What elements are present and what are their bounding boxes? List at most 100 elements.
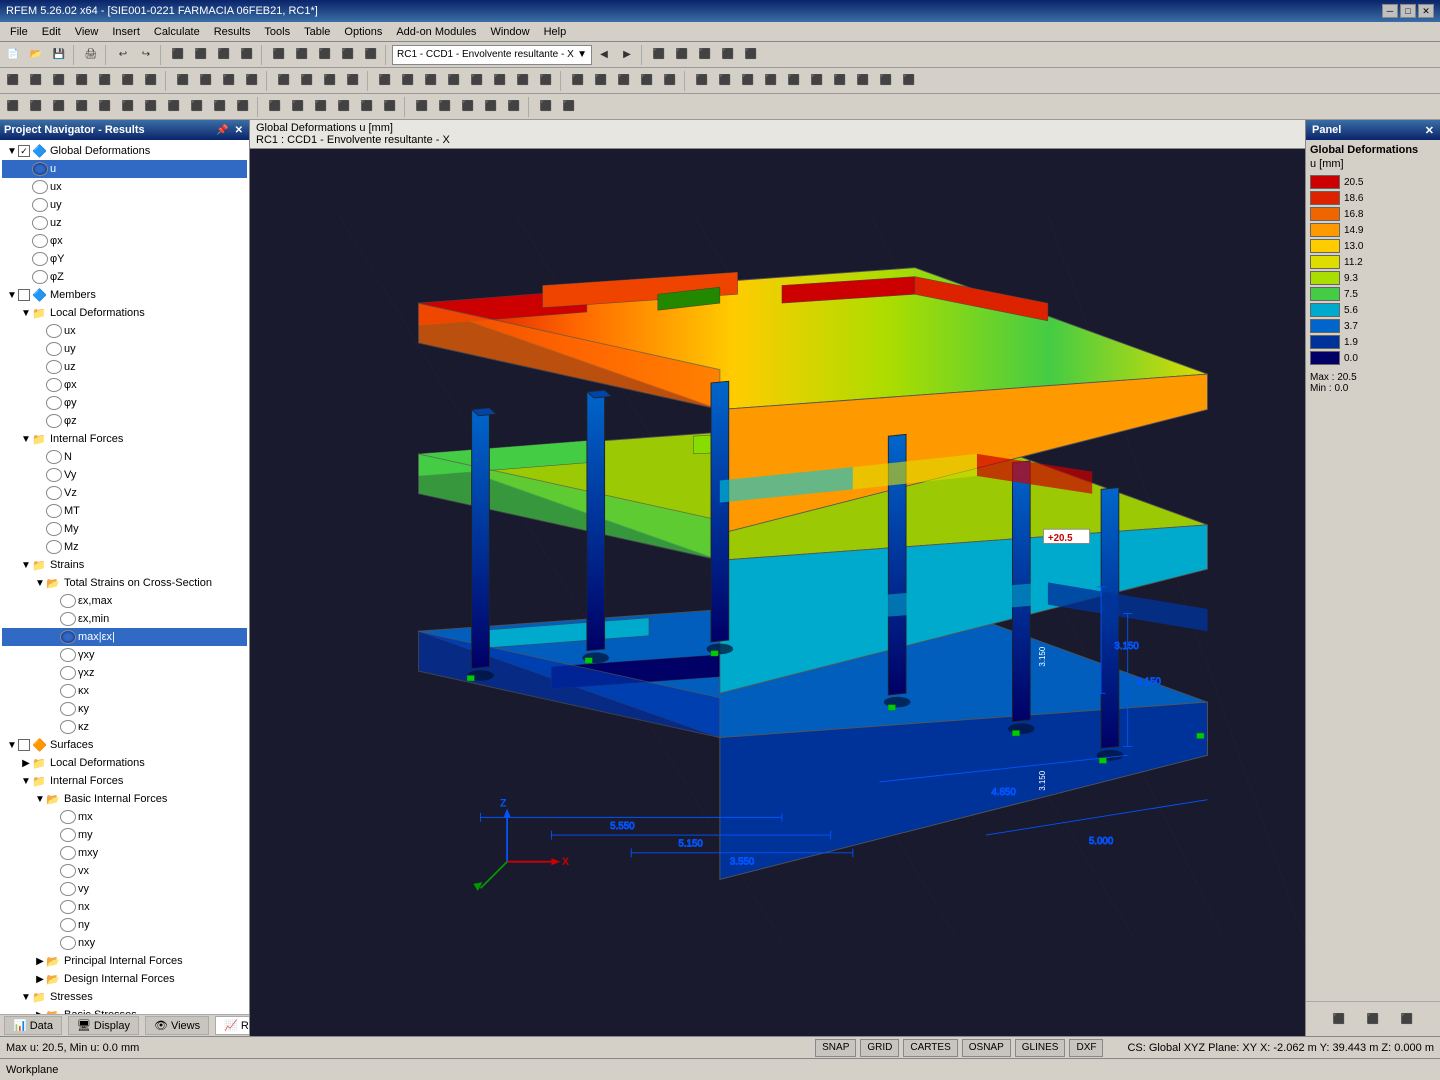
tree-item-m-Mz[interactable]: Mz [2,538,247,556]
tree-item-m-exmin[interactable]: εx,min [2,610,247,628]
tb2-b23[interactable]: ⬛ [535,70,557,92]
tree-item-s-vx[interactable]: vx [2,862,247,880]
tree-toggle-m-internal-forces[interactable]: ▼ [20,434,32,445]
tb3-b23[interactable]: ⬛ [535,96,557,118]
maximize-button[interactable]: □ [1400,4,1416,18]
tree-toggle-local-deformations[interactable]: ▼ [20,308,32,319]
tree-item-m-ky[interactable]: κy [2,700,247,718]
tb2-b17[interactable]: ⬛ [397,70,419,92]
tb3-b11[interactable]: ⬛ [232,96,254,118]
tb2-b25[interactable]: ⬛ [590,70,612,92]
tree-item-m-yxz[interactable]: γxz [2,664,247,682]
tb-c2[interactable]: ⬛ [671,44,693,66]
tree-item-m-maxex[interactable]: max|εx| [2,628,247,646]
tree-item-m-phiz[interactable]: φz [2,412,247,430]
tb-b2[interactable]: ⬛ [190,44,212,66]
tb2-b4[interactable]: ⬛ [71,70,93,92]
tree-toggle-s-local-deformations[interactable]: ▶ [20,758,32,769]
tree-item-m-ux[interactable]: ux [2,322,247,340]
tree-item-s-mxy[interactable]: mxy [2,844,247,862]
tb3-b2[interactable]: ⬛ [25,96,47,118]
tb3-b1[interactable]: ⬛ [2,96,24,118]
tb3-b9[interactable]: ⬛ [186,96,208,118]
tb2-b13[interactable]: ⬛ [296,70,318,92]
tb2-b16[interactable]: ⬛ [374,70,396,92]
menu-options[interactable]: Options [338,23,388,41]
nav-tree[interactable]: ▼✓🔷Global DeformationsuuxuyuzφxφYφZ▼🔷Mem… [0,140,249,1014]
tb3-b21[interactable]: ⬛ [480,96,502,118]
tb2-b14[interactable]: ⬛ [319,70,341,92]
tree-item-s-nx[interactable]: nx [2,898,247,916]
tree-item-s-local-deformations[interactable]: ▶📁Local Deformations [2,754,247,772]
tb2-b33[interactable]: ⬛ [783,70,805,92]
tb-new[interactable]: 📄 [2,44,24,66]
tb-c5[interactable]: ⬛ [740,44,762,66]
dxf-button[interactable]: DXF [1069,1039,1103,1057]
tb2-b27[interactable]: ⬛ [636,70,658,92]
tb2-b5[interactable]: ⬛ [94,70,116,92]
tree-item-m-total-strains[interactable]: ▼📂Total Strains on Cross-Section [2,574,247,592]
cartes-button[interactable]: CARTES [903,1039,957,1057]
tb3-b4[interactable]: ⬛ [71,96,93,118]
tb3-b8[interactable]: ⬛ [163,96,185,118]
tb3-b5[interactable]: ⬛ [94,96,116,118]
menu-tools[interactable]: Tools [258,23,296,41]
tree-item-global-deformations[interactable]: ▼✓🔷Global Deformations [2,142,247,160]
tree-item-local-deformations[interactable]: ▼📁Local Deformations [2,304,247,322]
tb2-b2[interactable]: ⬛ [25,70,47,92]
tb2-b36[interactable]: ⬛ [852,70,874,92]
panel-contour-btn[interactable]: ⬛ [1392,1006,1422,1032]
nav-close-button[interactable]: ✕ [233,125,245,136]
tb-undo[interactable]: ↩ [112,44,134,66]
tree-item-s-basic-stresses[interactable]: ▶📂Basic Stresses [2,1006,247,1014]
tb3-b19[interactable]: ⬛ [434,96,456,118]
tb3-b13[interactable]: ⬛ [287,96,309,118]
nav-tab-data[interactable]: 📊 Data [4,1016,62,1035]
tb-open[interactable]: 📂 [25,44,47,66]
tree-item-s-design-internal-forces[interactable]: ▶📂Design Internal Forces [2,970,247,988]
tb3-b6[interactable]: ⬛ [117,96,139,118]
tb2-b3[interactable]: ⬛ [48,70,70,92]
panel-render-btn[interactable]: ⬛ [1358,1006,1388,1032]
tb-next[interactable]: ▶ [616,44,638,66]
tree-toggle-m-strains[interactable]: ▼ [20,560,32,571]
tree-item-s-mx[interactable]: mx [2,808,247,826]
tb-b3[interactable]: ⬛ [213,44,235,66]
tb-prev[interactable]: ◀ [593,44,615,66]
tb2-b31[interactable]: ⬛ [737,70,759,92]
tb-b5[interactable]: ⬛ [268,44,290,66]
tb2-b15[interactable]: ⬛ [342,70,364,92]
tb3-b7[interactable]: ⬛ [140,96,162,118]
tb3-b14[interactable]: ⬛ [310,96,332,118]
tb2-b8[interactable]: ⬛ [172,70,194,92]
tree-item-m-kz[interactable]: κz [2,718,247,736]
tree-item-m-phiy[interactable]: φy [2,394,247,412]
tree-item-s-ny[interactable]: ny [2,916,247,934]
menu-help[interactable]: Help [538,23,573,41]
tree-item-m-MT[interactable]: MT [2,502,247,520]
tb-b4[interactable]: ⬛ [236,44,258,66]
tree-item-m-yxy[interactable]: γxy [2,646,247,664]
tree-item-s-stresses[interactable]: ▼📁Stresses [2,988,247,1006]
nav-header-controls[interactable]: 📌 ✕ [214,125,245,136]
tb3-b22[interactable]: ⬛ [503,96,525,118]
tb2-b10[interactable]: ⬛ [218,70,240,92]
tb2-b7[interactable]: ⬛ [140,70,162,92]
menu-window[interactable]: Window [484,23,535,41]
tree-item-s-vy[interactable]: vy [2,880,247,898]
tree-item-m-N[interactable]: N [2,448,247,466]
tree-item-uy[interactable]: uy [2,196,247,214]
minimize-button[interactable]: ─ [1382,4,1398,18]
tb3-b20[interactable]: ⬛ [457,96,479,118]
tb2-b29[interactable]: ⬛ [691,70,713,92]
tb2-b37[interactable]: ⬛ [875,70,897,92]
tb2-b6[interactable]: ⬛ [117,70,139,92]
tb2-b18[interactable]: ⬛ [420,70,442,92]
tree-toggle-s-basic-internal-forces[interactable]: ▼ [34,794,46,805]
tb-print[interactable]: 🖨 [80,44,102,66]
tb2-b12[interactable]: ⬛ [273,70,295,92]
tree-item-m-internal-forces[interactable]: ▼📁Internal Forces [2,430,247,448]
tb-save[interactable]: 💾 [48,44,70,66]
menu-insert[interactable]: Insert [106,23,146,41]
menu-calculate[interactable]: Calculate [148,23,206,41]
